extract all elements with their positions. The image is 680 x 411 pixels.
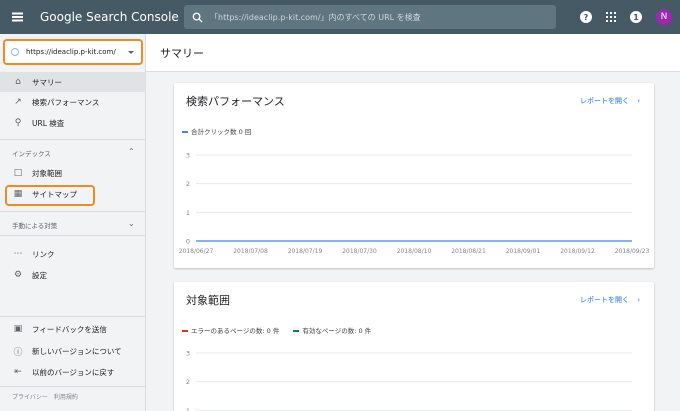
y-tick-label: 0 xyxy=(186,238,190,246)
y-tick-label: 1 xyxy=(186,407,190,411)
performance-card: 検索パフォーマンス レポートを開く › 合計クリック数 0 回 3 2 1 0 2018… xyxy=(174,83,654,268)
chevron-down-icon[interactable]: ⌄ xyxy=(128,219,135,228)
apps-icon[interactable] xyxy=(606,12,616,22)
notifications-badge[interactable]: 1 xyxy=(630,11,642,23)
x-tick-label: 2018/07/08 xyxy=(233,248,268,255)
sidebar-item-new-version[interactable]: ⓘ 新しいバージョンについて xyxy=(0,341,146,361)
sidebar-item-label: 検索パフォーマンス xyxy=(32,97,100,107)
sidebar-item-url-inspection[interactable]: ⚲ URL 検査 xyxy=(0,113,146,133)
url-inspect-search[interactable]: 「https://ideaclip.p-kit.com/」内のすべての URL … xyxy=(184,5,556,29)
x-tick-label: 2018/08/10 xyxy=(397,248,432,255)
section-manual-actions[interactable]: 手動による対策 xyxy=(12,220,57,230)
privacy-link[interactable]: プライバシー xyxy=(12,392,48,401)
sidebar-item-links[interactable]: ⋯ リンク xyxy=(0,244,146,264)
divider xyxy=(0,235,145,236)
x-tick-label: 2018/07/19 xyxy=(288,248,323,255)
trending-icon: ↗ xyxy=(14,97,22,107)
x-tick-label: 2018/08/21 xyxy=(451,248,486,255)
app-title[interactable]: Google Search Console xyxy=(40,10,179,24)
sidebar-item-settings[interactable]: ⚙ 設定 xyxy=(0,265,146,285)
home-icon: ⌂ xyxy=(15,77,21,87)
info-icon: ⓘ xyxy=(13,347,23,358)
sitemap-highlight xyxy=(5,185,95,206)
sidebar-item-label: 設定 xyxy=(32,270,47,280)
x-tick-label: 2018/09/12 xyxy=(560,248,595,255)
coverage-chart: 3 2 1 xyxy=(186,350,632,411)
sidebar-item-summary[interactable]: ⌂ サマリー xyxy=(0,72,146,92)
search-icon xyxy=(184,12,210,23)
sidebar-item-old-version[interactable]: ⇤ 以前のバージョンに戻す xyxy=(0,362,146,382)
menu-icon[interactable] xyxy=(0,0,34,34)
sidebar-item-label: URL 検査 xyxy=(32,118,65,128)
x-tick-label: 2018/06/27 xyxy=(179,248,214,255)
section-index[interactable]: インデックス xyxy=(12,148,51,158)
page-title: サマリー xyxy=(146,34,680,72)
performance-chart: 3 2 1 0 2018/06/27 2018/07/08 2018/07/19 2018/0… xyxy=(179,152,650,256)
x-tick-label: 2018/07/30 xyxy=(342,248,377,255)
avatar[interactable]: N xyxy=(656,9,672,25)
search-icon: ⚲ xyxy=(14,118,22,128)
y-tick-label: 1 xyxy=(186,209,190,217)
links-icon: ⋯ xyxy=(13,249,23,259)
terms-link[interactable]: 利用規約 xyxy=(54,392,78,401)
divider xyxy=(0,211,145,212)
x-tick-label: 2018/09/01 xyxy=(506,248,541,255)
divider xyxy=(0,386,145,387)
pages-icon: □ xyxy=(13,168,23,178)
property-highlight xyxy=(3,37,144,65)
divider xyxy=(0,316,145,317)
x-tick-label: 2018/09/23 xyxy=(615,248,650,255)
divider xyxy=(0,139,145,140)
sidebar-item-feedback[interactable]: ▣ フィードバックを送信 xyxy=(0,319,146,339)
sidebar-item-performance[interactable]: ↗ 検索パフォーマンス xyxy=(0,92,146,112)
y-tick-label: 3 xyxy=(186,152,190,160)
sidebar-item-coverage[interactable]: □ 対象範囲 xyxy=(0,163,146,183)
y-tick-label: 2 xyxy=(186,180,190,188)
y-tick-label: 2 xyxy=(186,378,190,386)
search-input[interactable]: 「https://ideaclip.p-kit.com/」内のすべての URL … xyxy=(210,12,421,23)
settings-icon: ⚙ xyxy=(13,270,23,280)
help-icon[interactable]: ? xyxy=(580,11,592,23)
top-app-bar: Google Search Console 「https://ideaclip.… xyxy=(0,0,680,34)
sidebar-item-label: サマリー xyxy=(32,77,62,87)
sidebar-item-label: リンク xyxy=(32,249,55,259)
sidebar-item-label: 以前のバージョンに戻す xyxy=(32,367,115,377)
y-tick-label: 3 xyxy=(186,350,190,358)
sidebar-item-label: 新しいバージョンについて xyxy=(32,346,122,356)
feedback-icon: ▣ xyxy=(13,324,23,334)
chevron-up-icon[interactable]: ⌃ xyxy=(128,147,135,156)
sidebar: https://ideaclip.p-kit.com/ ⌂ サマリー ↗ 検索パ… xyxy=(0,34,146,411)
sidebar-item-label: フィードバックを送信 xyxy=(32,324,107,334)
exit-icon: ⇤ xyxy=(14,367,22,377)
sidebar-item-label: 対象範囲 xyxy=(32,168,62,178)
main-content: サマリー 検索パフォーマンス レポートを開く › 合計クリック数 0 回 321… xyxy=(146,34,680,411)
coverage-card: 対象範囲 レポートを開く › エラーのあるページの数: 0 件 有効なページの数… xyxy=(174,282,654,411)
